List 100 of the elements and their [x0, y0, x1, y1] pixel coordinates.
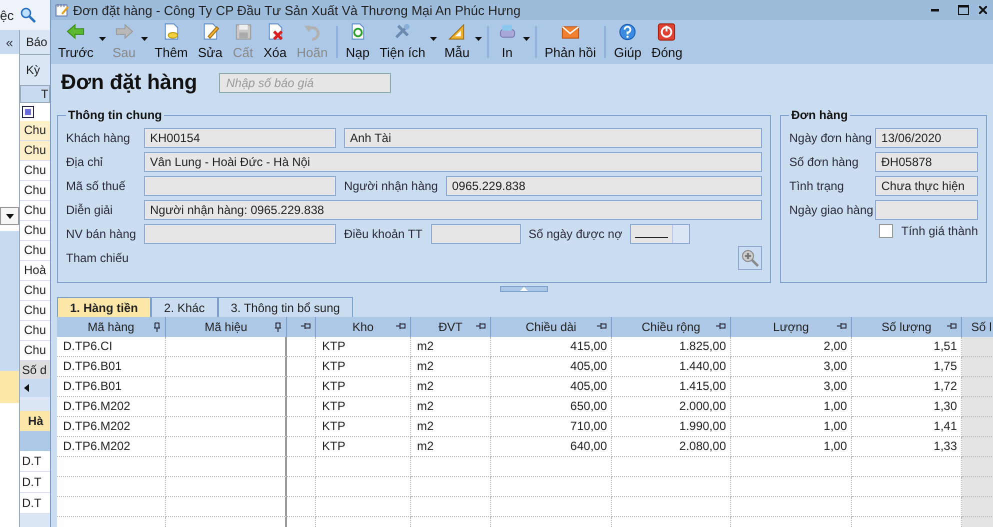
field-label: Số ngày được nợ — [528, 227, 622, 241]
tab[interactable]: 2. Khác — [151, 297, 218, 317]
column-header[interactable]: ĐVT — [411, 317, 491, 337]
column-header[interactable]: Chiều rộng — [612, 317, 731, 337]
column-header[interactable]: Số lượng — [852, 317, 962, 337]
table-row[interactable]: Chu — [20, 201, 50, 221]
scroll-left-icon[interactable] — [24, 384, 29, 392]
right-arrow-icon — [114, 22, 135, 42]
column-header[interactable]: Mã hàng — [57, 317, 166, 337]
search-icon[interactable] — [20, 7, 36, 23]
column-header[interactable]: Chiều dài — [491, 317, 612, 337]
table-cell — [962, 397, 993, 417]
field-label: Địa chỉ — [66, 155, 104, 169]
table-cell: m2 — [411, 377, 491, 397]
collapse-button[interactable]: « — [0, 30, 19, 54]
table-row[interactable]: Chu — [20, 321, 50, 341]
column-header[interactable]: Kho — [316, 317, 411, 337]
toolbar-button[interactable]: Sửa — [192, 20, 228, 64]
toolbar-button[interactable]: Tiện ích — [374, 20, 440, 64]
table-cell: D.TP6.M202 — [57, 417, 166, 437]
column-header[interactable]: T — [20, 85, 50, 103]
input-field[interactable] — [144, 224, 336, 244]
table-cell: 1.440,00 — [612, 357, 731, 377]
table-cell: D.TP6.CI — [57, 337, 166, 357]
header-row — [20, 431, 50, 451]
toolbar-button[interactable]: Thêm — [150, 20, 193, 64]
toolbar-button[interactable]: Trước — [53, 20, 108, 64]
toolbar-button[interactable]: Phản hồi — [540, 20, 601, 64]
table-row[interactable]: Chu — [20, 221, 50, 241]
table-cell — [287, 437, 316, 457]
input-field[interactable]: Anh Tài — [344, 128, 762, 148]
table-cell: 1.415,00 — [612, 377, 731, 397]
toolbar-button[interactable]: Mẫu — [439, 20, 484, 64]
table-cell: 405,00 — [491, 377, 612, 397]
pin-icon[interactable] — [301, 322, 311, 330]
menu-text[interactable]: ệc — [0, 8, 14, 22]
footer-text: Số d — [20, 361, 50, 379]
input-field[interactable] — [430, 224, 520, 244]
field-label: NV bán hàng — [66, 227, 136, 241]
toolbar-button[interactable]: Giúp — [608, 20, 646, 64]
column-header[interactable]: Mã hiệu — [166, 317, 287, 337]
dropdown-button[interactable] — [0, 207, 19, 225]
table-cell: 640,00 — [491, 437, 612, 457]
table-cell: m2 — [411, 417, 491, 437]
table-cell: D.TP6.M202 — [57, 437, 166, 457]
table-row[interactable]: Chu — [20, 241, 50, 261]
table-row[interactable]: Chu — [20, 121, 50, 141]
table-cell: 415,00 — [491, 337, 612, 357]
input-field[interactable] — [875, 200, 978, 220]
toolbar-button[interactable]: Nạp — [340, 20, 375, 64]
pin-icon[interactable] — [716, 322, 726, 330]
table-row[interactable]: Chu — [20, 181, 50, 201]
input-field[interactable]: ĐH05878 — [875, 152, 978, 172]
table-row[interactable]: Chu — [20, 141, 50, 161]
pin-icon[interactable] — [274, 322, 282, 332]
pin-icon[interactable] — [396, 322, 406, 330]
checkbox[interactable] — [879, 224, 894, 238]
table-cell: 1,00 — [731, 417, 852, 437]
input-field[interactable]: Chưa thực hiện — [875, 176, 978, 196]
table-cell: 2.080,00 — [612, 437, 731, 457]
minimize-icon — [931, 8, 939, 12]
table-cell: D.T — [20, 472, 50, 493]
table-row[interactable]: Chu — [20, 161, 50, 181]
pin-icon[interactable] — [476, 322, 486, 330]
pin-icon[interactable] — [837, 322, 847, 330]
table-cell: 3,00 — [731, 377, 852, 397]
table-cell: D.TP6.M202 — [57, 397, 166, 417]
toolbar-button[interactable]: Đóng — [646, 20, 688, 64]
collapse-handle[interactable] — [500, 286, 548, 292]
lookup-button[interactable] — [738, 246, 762, 270]
pin-icon[interactable] — [947, 322, 957, 330]
pin-icon[interactable] — [597, 322, 607, 330]
table-cell — [287, 417, 316, 437]
input-field[interactable]: Vân Lung - Hoài Đức - Hà Nội — [144, 152, 762, 172]
table-cell: KTP — [316, 437, 411, 457]
quote-number-field[interactable]: Nhập số báo giá — [219, 73, 392, 93]
number-spinner[interactable] — [630, 224, 690, 244]
table-cell: D.TP6.B01 — [57, 377, 166, 397]
table-row[interactable]: Chu — [20, 301, 50, 321]
tab[interactable]: 1. Hàng tiền — [57, 297, 152, 317]
column-header[interactable]: Lượng — [731, 317, 852, 337]
input-field[interactable]: 0965.229.838 — [446, 176, 762, 196]
pin-icon[interactable] — [153, 322, 161, 332]
table-row[interactable]: Hoà — [20, 261, 50, 281]
field-label: Diễn giải — [66, 203, 114, 217]
table-row[interactable]: Chu — [20, 281, 50, 301]
form-title: Đơn đặt hàng — [61, 71, 198, 95]
input-field[interactable] — [144, 176, 336, 196]
toolbar-button[interactable]: In — [492, 20, 532, 64]
tab[interactable]: 3. Thông tin bổ sung — [218, 297, 353, 317]
table-cell: m2 — [411, 337, 491, 357]
field-label: Tình trạng — [789, 179, 845, 193]
toolbar-button[interactable]: Xóa — [258, 20, 292, 64]
input-field[interactable]: KH00154 — [144, 128, 336, 148]
input-field[interactable]: Người nhận hàng: 0965.229.838 — [144, 200, 762, 220]
table-row[interactable]: Chu — [20, 341, 50, 361]
input-field[interactable]: 13/06/2020 — [875, 128, 978, 148]
table-cell: 710,00 — [491, 417, 612, 437]
checkbox-icon[interactable] — [22, 106, 34, 118]
notepad-icon — [55, 3, 69, 17]
